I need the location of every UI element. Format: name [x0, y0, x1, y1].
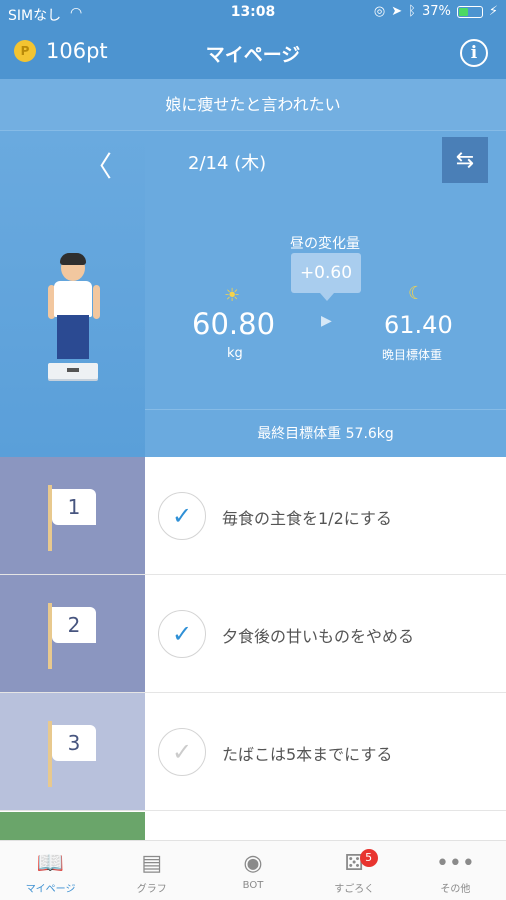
swap-icon: ⇆: [455, 147, 475, 173]
check-button[interactable]: ✓: [158, 610, 206, 658]
task-row[interactable]: 3 ✓ たばこは5本までにする: [0, 693, 506, 811]
prev-day-button[interactable]: 〈: [84, 145, 112, 185]
check-icon: ✓: [171, 502, 193, 530]
evening-target-label: 晩目標体重: [382, 348, 443, 362]
page-title: マイページ: [205, 44, 301, 66]
sun-icon: ☀: [224, 285, 241, 306]
change-value: +0.60: [291, 253, 361, 301]
dice-icon: ⚄: [344, 851, 364, 876]
flag-icon: 2: [48, 603, 98, 669]
task-row[interactable]: 1 ✓ 毎食の主食を1/2にする: [0, 457, 506, 575]
tab-bot[interactable]: ◉ BOT: [202, 841, 303, 900]
lock-rotation-icon: ◎: [373, 4, 386, 19]
moon-icon: ☾: [408, 283, 425, 304]
tab-graph[interactable]: ▤ グラフ: [101, 841, 202, 900]
morning-unit: kg: [227, 346, 243, 361]
nav-bar: P 106pt マイページ i: [0, 27, 506, 79]
tab-bar: 📖 マイページ ▤ グラフ ◉ BOT ⚄ すごろく 5 ••• その他: [0, 840, 506, 900]
task-row[interactable]: 2 ✓ 夕食後の甘いものをやめる: [0, 575, 506, 693]
task-text: たばこは5本までにする: [222, 745, 393, 764]
weight-panel: 〈 2/14 (木) ⇆ 昼の変化量 +0.60 ☀ 60.80 kg ▶ ☾ …: [0, 131, 506, 457]
bluetooth-icon: ᛒ: [408, 4, 416, 19]
battery-percent: 37%: [421, 4, 451, 19]
check-icon: ✓: [171, 620, 193, 648]
flag-cell: 2: [0, 575, 145, 692]
status-right: ◎ ➤ ᛒ 37% ⚡: [374, 4, 498, 19]
book-icon: 📖: [36, 851, 65, 876]
morning-weight: 60.80: [192, 307, 276, 341]
date-label: 2/14 (木): [188, 153, 267, 174]
change-label: 昼の変化量: [290, 236, 360, 252]
tab-sugoroku[interactable]: ⚄ すごろく 5: [304, 841, 405, 900]
arrow-right-icon: ▶: [321, 313, 332, 329]
tab-mypage[interactable]: 📖 マイページ: [0, 841, 101, 900]
goal-banner[interactable]: 娘に痩せたと言われたい: [0, 79, 506, 131]
evening-target-weight: 61.40: [384, 311, 453, 339]
avatar-figure: [46, 253, 102, 373]
task-text: 毎食の主食を1/2にする: [222, 509, 392, 528]
flag-icon: 3: [48, 721, 98, 787]
flag-icon: 1: [48, 485, 98, 551]
flag-cell: 1: [0, 457, 145, 574]
more-icon: •••: [435, 851, 475, 876]
info-icon: i: [470, 43, 478, 63]
status-bar: SIMなし ◠ 13:08 ◎ ➤ ᛒ 37% ⚡: [0, 0, 506, 27]
robot-icon: ◉: [243, 851, 263, 876]
notification-badge: 5: [359, 849, 378, 867]
chart-icon: ▤: [141, 851, 163, 876]
info-button[interactable]: i: [460, 39, 488, 67]
final-target: 最終目標体重 57.6kg: [145, 409, 506, 457]
next-task-strip: [0, 812, 145, 840]
battery-icon: [456, 5, 483, 18]
task-text: 夕食後の甘いものをやめる: [222, 627, 415, 646]
check-icon: ✓: [171, 738, 193, 766]
check-button[interactable]: ✓: [158, 728, 206, 776]
charging-icon: ⚡: [488, 4, 498, 19]
scale-icon: [48, 363, 98, 379]
tab-other[interactable]: ••• その他: [405, 841, 506, 900]
swap-button[interactable]: ⇆: [442, 137, 488, 183]
flag-cell: 3: [0, 693, 145, 810]
location-icon: ➤: [391, 4, 403, 19]
check-button[interactable]: ✓: [158, 492, 206, 540]
